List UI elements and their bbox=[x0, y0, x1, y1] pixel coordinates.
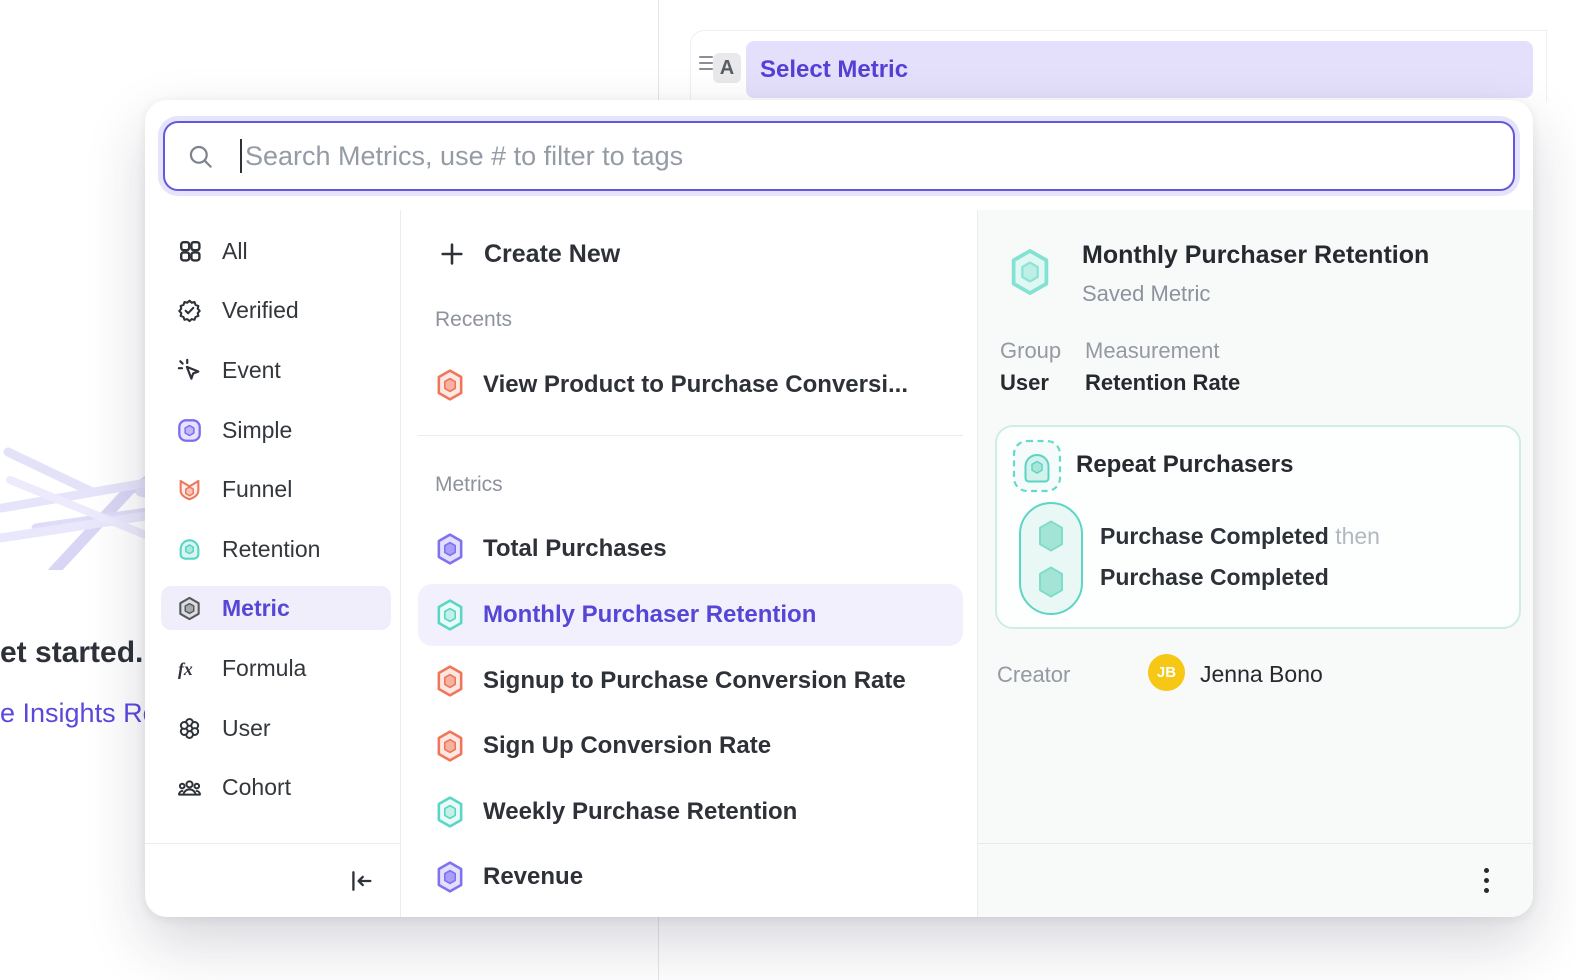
metric-row-card: A Select Metric bbox=[690, 30, 1547, 102]
measurement-label: Measurement bbox=[1085, 338, 1220, 364]
select-metric-button[interactable]: Select Metric bbox=[746, 41, 1533, 98]
search-icon bbox=[187, 143, 214, 170]
select-metric-label: Select Metric bbox=[760, 56, 908, 84]
then-connector: then bbox=[1335, 523, 1380, 549]
sidebar-item-all[interactable]: All bbox=[161, 229, 391, 273]
detail-footer bbox=[978, 843, 1533, 917]
drag-handle-icon[interactable] bbox=[699, 56, 713, 70]
metric-list: Create New Recents View Product to Purch… bbox=[401, 210, 978, 917]
user-flower-icon bbox=[177, 716, 202, 741]
create-new-button[interactable]: Create New bbox=[418, 232, 963, 276]
metric-item-monthly-purchaser-retention[interactable]: Monthly Purchaser Retention bbox=[418, 584, 963, 646]
sidebar-item-cohort[interactable]: Cohort bbox=[161, 765, 391, 809]
filter-sidebar: All Verified Event bbox=[145, 210, 401, 917]
simple-hexagon-icon bbox=[177, 418, 202, 443]
funnel-step-1: Purchase Completed then bbox=[1100, 523, 1380, 550]
sidebar-item-retention[interactable]: Retention bbox=[161, 527, 391, 571]
funnel-icon bbox=[177, 477, 202, 502]
text-caret bbox=[240, 139, 242, 173]
sidebar-item-verified[interactable]: Verified bbox=[161, 288, 391, 332]
metric-hexagon-icon bbox=[435, 860, 465, 894]
metric-hexagon-icon bbox=[435, 664, 465, 698]
recents-section-label: Recents bbox=[435, 308, 512, 332]
group-label: Group bbox=[1000, 338, 1061, 364]
sidebar-footer bbox=[145, 843, 401, 917]
detail-subtitle: Saved Metric bbox=[1082, 281, 1210, 307]
list-divider bbox=[418, 435, 963, 436]
measurement-value: Retention Rate bbox=[1085, 370, 1240, 396]
creator-label: Creator bbox=[997, 662, 1070, 688]
metric-hexagon-icon bbox=[435, 598, 465, 632]
sidebar-item-formula[interactable]: fx Formula bbox=[161, 646, 391, 690]
repeat-purchasers-title: Repeat Purchasers bbox=[1076, 451, 1293, 479]
metric-item-sign-up-conversion[interactable]: Sign Up Conversion Rate bbox=[418, 715, 963, 777]
formula-fx-icon: fx bbox=[177, 656, 202, 681]
metric-item-revenue[interactable]: Revenue bbox=[418, 846, 963, 908]
funnel-steps-capsule bbox=[1019, 502, 1083, 615]
svg-text:fx: fx bbox=[178, 658, 193, 678]
retention-dashed-icon bbox=[1012, 439, 1062, 493]
metric-letter-badge: A bbox=[713, 53, 741, 83]
cursor-sparkle-icon bbox=[177, 358, 202, 383]
funnel-step-2: Purchase Completed bbox=[1100, 564, 1329, 591]
sidebar-item-event[interactable]: Event bbox=[161, 348, 391, 392]
saved-metric-hexagon-icon bbox=[1007, 247, 1053, 297]
creator-name: Jenna Bono bbox=[1200, 661, 1323, 688]
cohort-people-icon bbox=[177, 775, 202, 800]
group-value: User bbox=[1000, 370, 1049, 396]
grid-icon bbox=[177, 239, 202, 264]
retention-arch-icon bbox=[177, 537, 202, 562]
search-box[interactable] bbox=[163, 121, 1515, 191]
metric-picker-modal: All Verified Event bbox=[145, 100, 1533, 917]
metric-item-signup-to-purchase[interactable]: Signup to Purchase Conversion Rate bbox=[418, 650, 963, 712]
sidebar-item-user[interactable]: User bbox=[161, 706, 391, 750]
more-options-kebab-icon[interactable] bbox=[1478, 862, 1495, 899]
plus-icon bbox=[438, 240, 466, 268]
metric-hexagon-icon bbox=[435, 729, 465, 763]
detail-title: Monthly Purchaser Retention bbox=[1082, 241, 1429, 270]
funnel-hexagon-icon bbox=[435, 368, 465, 402]
step-hexagon-icon bbox=[1035, 518, 1067, 554]
metrics-section-label: Metrics bbox=[435, 473, 503, 497]
search-input[interactable] bbox=[245, 141, 1491, 172]
verified-badge-icon bbox=[177, 298, 202, 323]
insights-report-link-fragment[interactable]: e Insights Re bbox=[0, 698, 146, 729]
metric-item-total-purchases[interactable]: Total Purchases bbox=[418, 518, 963, 580]
sidebar-item-metric[interactable]: Metric bbox=[161, 586, 391, 630]
metric-detail-panel: Monthly Purchaser Retention Saved Metric… bbox=[978, 210, 1533, 917]
sidebar-item-funnel[interactable]: Funnel bbox=[161, 467, 391, 511]
repeat-purchasers-card: Repeat Purchasers Purchase Completed the… bbox=[995, 425, 1521, 629]
sidebar-item-simple[interactable]: Simple bbox=[161, 408, 391, 452]
recent-metric-item[interactable]: View Product to Purchase Conversi... bbox=[418, 354, 963, 416]
get-started-heading-fragment: et started. bbox=[0, 636, 146, 670]
collapse-sidebar-icon[interactable] bbox=[347, 867, 375, 895]
metric-hexagon-icon bbox=[435, 532, 465, 566]
step-hexagon-icon bbox=[1035, 564, 1067, 600]
metric-item-weekly-purchase-retention[interactable]: Weekly Purchase Retention bbox=[418, 781, 963, 843]
creator-avatar: JB bbox=[1148, 654, 1185, 691]
metric-hexagon-icon bbox=[435, 795, 465, 829]
metric-hexagon-icon bbox=[177, 596, 202, 621]
